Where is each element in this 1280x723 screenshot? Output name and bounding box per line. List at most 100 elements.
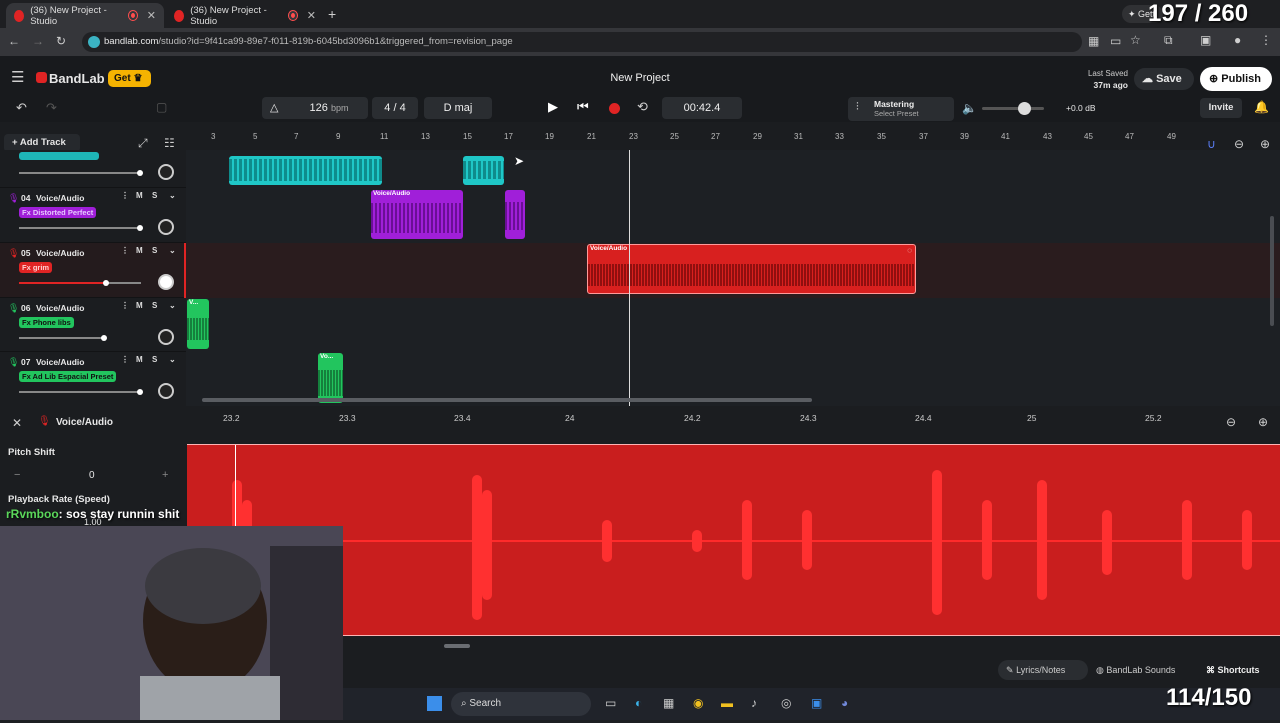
- store-icon[interactable]: ▦: [663, 696, 674, 710]
- taskbar-search[interactable]: ⌕ Search: [451, 692, 591, 716]
- save-snapshot-icon[interactable]: ▢: [156, 100, 167, 114]
- shortcuts-button[interactable]: ⌘ Shortcuts: [1200, 660, 1272, 680]
- pan-knob[interactable]: [158, 383, 174, 399]
- audio-clip[interactable]: [505, 190, 525, 239]
- track-04-header[interactable]: 🎙 04 Voice/Audio ⋮ M S ⌄ Fx Distorted Pe…: [0, 188, 186, 243]
- mute-button[interactable]: M: [136, 355, 143, 364]
- bookmark-star-icon[interactable]: ☆: [1130, 33, 1141, 47]
- editor-scrollbar[interactable]: [444, 644, 470, 648]
- pitch-value[interactable]: 0: [89, 470, 95, 481]
- editor-zoom-out-icon[interactable]: ⊖: [1226, 415, 1236, 429]
- forward-icon[interactable]: →: [32, 34, 44, 48]
- mastering-button[interactable]: ⫶ Mastering Select Preset: [848, 97, 954, 121]
- pan-knob[interactable]: [158, 219, 174, 235]
- chevron-down-icon[interactable]: ⌄: [169, 191, 176, 200]
- reload-icon[interactable]: ↻: [56, 34, 66, 48]
- fx-badge[interactable]: Fx grim: [19, 262, 53, 273]
- track-menu-icon[interactable]: ⋮: [121, 355, 129, 364]
- get-membership-button[interactable]: Get ♛: [108, 70, 151, 87]
- fx-badge[interactable]: Fx Distorted Perfect: [19, 207, 97, 218]
- time-signature[interactable]: 4 / 4: [372, 97, 418, 119]
- track-menu-icon[interactable]: ⋮: [121, 301, 129, 310]
- pan-knob[interactable]: [158, 164, 174, 180]
- menu-kebab-icon[interactable]: ⋮: [1260, 33, 1272, 47]
- editor-zoom-in-icon[interactable]: ⊕: [1258, 415, 1268, 429]
- chrome-icon[interactable]: ◉: [693, 696, 703, 710]
- chevron-down-icon[interactable]: ⌄: [169, 301, 176, 310]
- zoom-in-icon[interactable]: ⊕: [1260, 137, 1270, 151]
- play-icon[interactable]: ▶: [548, 99, 558, 115]
- track-volume-slider[interactable]: [19, 335, 107, 341]
- tiktok-icon[interactable]: ♪: [751, 696, 757, 710]
- qr-icon[interactable]: ▦: [1088, 34, 1099, 48]
- editor-ruler[interactable]: 23.2 23.3 23.4 24 24.2 24.3 24.4 25 25.2: [186, 406, 1216, 428]
- track-07-header[interactable]: 🎙 07 Voice/Audio ⋮ M S ⌄ Fx Ad Lib Espac…: [0, 352, 186, 407]
- undo-icon[interactable]: ↶: [16, 100, 27, 116]
- horizontal-scrollbar[interactable]: [202, 398, 812, 402]
- fx-badge[interactable]: Fx Phone libs: [19, 317, 74, 328]
- track-name[interactable]: Voice/Audio: [36, 303, 85, 313]
- track-settings-icon[interactable]: ☷: [164, 136, 175, 150]
- audio-clip[interactable]: Vo...: [318, 353, 343, 403]
- back-icon[interactable]: ←: [8, 34, 20, 48]
- app2-icon[interactable]: ▣: [811, 696, 822, 710]
- app-icon[interactable]: ◎: [781, 696, 791, 710]
- solo-button[interactable]: S: [152, 355, 157, 364]
- pan-knob[interactable]: [158, 329, 174, 345]
- browser-tab-2[interactable]: (36) New Project - Studio ✕: [166, 3, 324, 28]
- fx-badge[interactable]: Fx Ad Lib Espacial Preset: [19, 371, 117, 382]
- speaker-mute-icon[interactable]: 🔈: [962, 101, 977, 115]
- track-03-header[interactable]: [0, 150, 186, 188]
- track-name[interactable]: Voice/Audio: [36, 193, 85, 203]
- magnet-snap-icon[interactable]: ∪: [1207, 137, 1216, 151]
- close-tab-icon[interactable]: ✕: [147, 9, 156, 22]
- invite-button[interactable]: Invite: [1200, 98, 1242, 118]
- save-button[interactable]: ☁ Save: [1134, 68, 1194, 90]
- loop-icon[interactable]: ⟲: [637, 99, 648, 115]
- publish-button[interactable]: ⊕ Publish: [1200, 67, 1272, 91]
- file-explorer-icon[interactable]: ▬: [721, 696, 733, 710]
- task-view-icon[interactable]: ▭: [605, 696, 616, 710]
- track-menu-icon[interactable]: ⋮: [121, 191, 129, 200]
- track-volume-slider[interactable]: [19, 225, 143, 231]
- discord-icon[interactable]: ◕: [841, 696, 848, 710]
- chevron-down-icon[interactable]: ⌄: [169, 246, 176, 255]
- mute-button[interactable]: M: [136, 301, 143, 310]
- record-icon[interactable]: [609, 103, 620, 114]
- solo-button[interactable]: S: [152, 301, 157, 310]
- lyrics-notes-button[interactable]: ✎ Lyrics/Notes: [998, 660, 1088, 680]
- audio-clip[interactable]: Voice/Audio: [371, 190, 463, 239]
- selected-audio-clip[interactable]: Voice/Audio ◌: [587, 244, 916, 294]
- project-title[interactable]: New Project: [540, 72, 740, 84]
- track-volume-slider[interactable]: [19, 280, 141, 286]
- key-selector[interactable]: D maj: [424, 97, 492, 119]
- profile-icon[interactable]: ●: [1234, 33, 1241, 47]
- automation-icon[interactable]: ⤢: [138, 136, 148, 151]
- edge-icon[interactable]: ◐: [635, 696, 642, 710]
- track-volume-slider[interactable]: [19, 170, 143, 176]
- windows-start-icon[interactable]: [427, 696, 442, 711]
- skip-back-icon[interactable]: ⏮: [577, 99, 589, 115]
- track-05-header[interactable]: 🎙 05 Voice/Audio ⋮ M S ⌄ Fx grim: [0, 243, 186, 298]
- notifications-bell-icon[interactable]: 🔔: [1254, 100, 1269, 114]
- pitch-increase-icon[interactable]: +: [162, 469, 168, 481]
- browser-tab-1[interactable]: (36) New Project - Studio ✕: [6, 3, 164, 28]
- site-info-icon[interactable]: [88, 36, 100, 48]
- zoom-out-icon[interactable]: ⊖: [1234, 137, 1244, 151]
- track-06-header[interactable]: 🎙 06 Voice/Audio ⋮ M S ⌄ Fx Phone libs: [0, 298, 186, 352]
- url-field[interactable]: bandlab.com/studio?id=9f41ca99-89e7-f011…: [82, 32, 1082, 52]
- hamburger-menu-icon[interactable]: ☰: [11, 68, 24, 86]
- sidebar-icon[interactable]: ▣: [1200, 33, 1211, 47]
- cast-icon[interactable]: ▭: [1110, 34, 1121, 48]
- extensions-icon[interactable]: ⧉: [1164, 33, 1173, 48]
- track-volume-slider[interactable]: [19, 389, 143, 395]
- editor-waveform[interactable]: [187, 444, 1280, 637]
- close-editor-icon[interactable]: ✕: [12, 416, 22, 430]
- pan-knob[interactable]: [158, 274, 174, 290]
- master-volume-slider[interactable]: [982, 102, 1044, 115]
- bandlab-sounds-button[interactable]: ◍ BandLab Sounds: [1090, 660, 1194, 680]
- redo-icon[interactable]: ↷: [46, 100, 57, 116]
- close-tab-icon[interactable]: ✕: [307, 9, 316, 22]
- fx-badge[interactable]: [19, 152, 99, 160]
- track-name[interactable]: Voice/Audio: [36, 357, 85, 367]
